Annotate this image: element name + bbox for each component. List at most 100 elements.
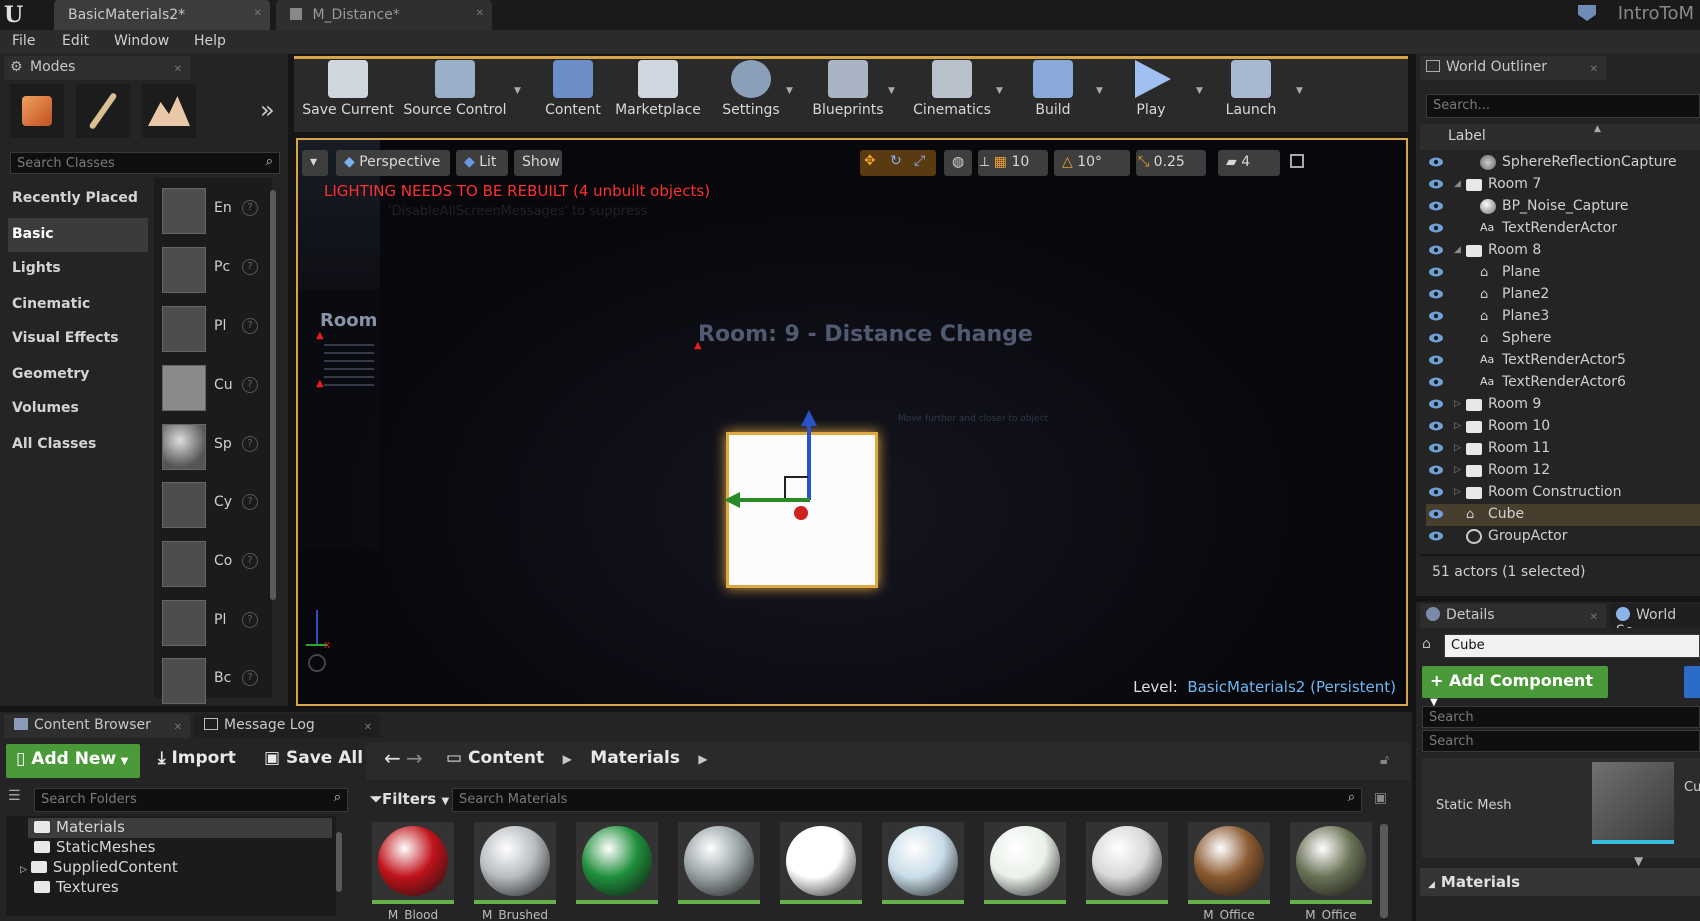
help-icon[interactable]: ? bbox=[242, 200, 258, 216]
filters-button[interactable]: ⏷Filters ▼ bbox=[370, 790, 449, 808]
visibility-eye-icon[interactable] bbox=[1428, 530, 1444, 542]
category-basic[interactable]: Basic bbox=[8, 218, 148, 252]
menu-edit[interactable]: Edit bbox=[62, 33, 89, 49]
outliner-row[interactable]: ◢ Room 7 bbox=[1426, 174, 1700, 196]
source-control-button[interactable]: Source Control bbox=[400, 58, 510, 124]
world-outliner-tab[interactable]: World Outliner ✕ bbox=[1420, 56, 1606, 80]
build-dropdown-icon[interactable]: ▼ bbox=[1096, 86, 1103, 96]
visibility-eye-icon[interactable] bbox=[1428, 464, 1444, 476]
menu-window[interactable]: Window bbox=[114, 33, 169, 49]
folder-suppliedcontent[interactable]: ▷ SuppliedContent bbox=[20, 858, 178, 878]
outliner-row[interactable]: ⌂ Plane3 bbox=[1426, 306, 1700, 328]
visibility-eye-icon[interactable] bbox=[1428, 288, 1444, 300]
outliner-search-input[interactable]: Search... bbox=[1426, 94, 1700, 118]
category-geometry[interactable]: Geometry bbox=[8, 358, 148, 392]
tab-m-distance[interactable]: M_Distance* ✕ bbox=[276, 0, 492, 30]
menu-file[interactable]: File bbox=[12, 33, 35, 49]
paint-mode-icon[interactable] bbox=[76, 84, 130, 138]
visibility-eye-icon[interactable] bbox=[1428, 200, 1444, 212]
collapse-icon[interactable]: ◢ bbox=[1454, 245, 1461, 255]
add-new-button[interactable]: ▯ Add New ▼ bbox=[6, 744, 140, 778]
close-icon[interactable]: ✕ bbox=[254, 8, 262, 19]
breadcrumb-separator-icon[interactable]: ▶ bbox=[698, 752, 707, 766]
outliner-row[interactable]: Aa TextRenderActor6 bbox=[1426, 372, 1700, 394]
save-all-button[interactable]: ▣ Save All bbox=[264, 748, 363, 768]
source-control-dropdown-icon[interactable]: ▼ bbox=[514, 86, 521, 96]
visibility-eye-icon[interactable] bbox=[1428, 354, 1444, 366]
tab-basicmaterials2[interactable]: BasicMaterials2* ✕ bbox=[54, 0, 270, 30]
sources-toggle-icon[interactable]: ☰ bbox=[8, 788, 26, 808]
outliner-row[interactable]: ▷ Room 10 bbox=[1426, 416, 1700, 438]
close-icon[interactable]: ✕ bbox=[1590, 612, 1598, 623]
maximize-icon[interactable] bbox=[1290, 154, 1304, 168]
actor-name-input[interactable]: Cube bbox=[1444, 634, 1700, 658]
launch-button[interactable]: Launch bbox=[1216, 58, 1286, 124]
visibility-eye-icon[interactable] bbox=[1428, 222, 1444, 234]
world-settings-tab[interactable]: World Se bbox=[1610, 604, 1700, 628]
outliner-row[interactable]: ⌂ Plane2 bbox=[1426, 284, 1700, 306]
breadcrumb-separator-icon[interactable]: ▶ bbox=[563, 752, 572, 766]
material-asset-tile[interactable] bbox=[984, 822, 1066, 904]
search-classes-input[interactable]: Search Classes ⌕ bbox=[10, 152, 280, 174]
gizmo-x-handle[interactable] bbox=[794, 506, 808, 520]
settings-dropdown-icon[interactable]: ▼ bbox=[786, 86, 793, 96]
gizmo-plane-handle[interactable] bbox=[784, 476, 808, 498]
expand-icon[interactable]: ▷ bbox=[1454, 443, 1461, 453]
outliner-row[interactable]: ▷ Room Construction bbox=[1426, 482, 1700, 504]
visibility-eye-icon[interactable] bbox=[1428, 508, 1444, 520]
play-dropdown-icon[interactable]: ▼ bbox=[1196, 86, 1203, 96]
static-mesh-thumbnail[interactable] bbox=[1592, 762, 1674, 844]
category-recently-placed[interactable]: Recently Placed bbox=[8, 182, 148, 216]
materials-section-header[interactable]: ◢ Materials bbox=[1420, 868, 1700, 896]
material-asset-tile[interactable] bbox=[1290, 822, 1372, 904]
viewport-options-button[interactable]: ▾ bbox=[302, 150, 328, 176]
material-asset-tile[interactable] bbox=[780, 822, 862, 904]
forward-arrow-icon[interactable]: → bbox=[406, 746, 423, 770]
place-item-sphere[interactable]: Sp? bbox=[160, 422, 270, 472]
search-materials-input[interactable]: Search Materials ⌕ bbox=[452, 788, 1362, 812]
marketplace-button[interactable]: Marketplace bbox=[612, 58, 704, 124]
folder-materials[interactable]: Materials bbox=[34, 818, 125, 838]
breadcrumb-materials[interactable]: Materials bbox=[590, 748, 680, 768]
outliner-row[interactable]: Aa TextRenderActor bbox=[1426, 218, 1700, 240]
cinematics-dropdown-icon[interactable]: ▼ bbox=[996, 86, 1003, 96]
outliner-row[interactable]: ⌂ Cube bbox=[1426, 504, 1700, 526]
gizmo-y-arrow[interactable] bbox=[724, 492, 740, 508]
import-button[interactable]: ⤓ Import bbox=[158, 748, 236, 768]
content-button[interactable]: Content bbox=[538, 58, 608, 124]
outliner-row[interactable]: BP_Noise_Capture bbox=[1426, 196, 1700, 218]
grid-snap[interactable]: ⟂ ▦ 10 bbox=[978, 150, 1048, 176]
message-log-tab[interactable]: Message Log ✕ bbox=[194, 714, 380, 738]
visibility-eye-icon[interactable] bbox=[1428, 244, 1444, 256]
material-asset-tile[interactable] bbox=[1188, 822, 1270, 904]
perspective-button[interactable]: ◆ Perspective bbox=[336, 150, 450, 176]
category-cinematic[interactable]: Cinematic bbox=[8, 288, 148, 322]
place-item-empty-actor[interactable]: En? bbox=[160, 186, 270, 236]
outliner-row[interactable]: Aa TextRenderActor5 bbox=[1426, 350, 1700, 372]
help-icon[interactable]: ? bbox=[242, 436, 258, 452]
show-button[interactable]: Show bbox=[514, 150, 562, 176]
outliner-row[interactable]: ⌂ Sphere bbox=[1426, 328, 1700, 350]
label-column-header[interactable]: Label ▲ bbox=[1420, 124, 1700, 150]
category-lights[interactable]: Lights bbox=[8, 252, 148, 286]
outliner-row[interactable]: ▷ Room 11 bbox=[1426, 438, 1700, 460]
place-item-player-start[interactable]: Pl? bbox=[160, 304, 270, 354]
settings-button[interactable]: Settings bbox=[716, 58, 786, 124]
blueprints-button[interactable]: Blueprints bbox=[806, 58, 890, 124]
category-all-classes[interactable]: All Classes bbox=[8, 428, 148, 462]
breadcrumb-content[interactable]: Content bbox=[468, 748, 544, 768]
asset-scrollbar[interactable] bbox=[1380, 824, 1388, 918]
place-item-cube[interactable]: Cu? bbox=[160, 363, 270, 413]
blueprint-add-button[interactable] bbox=[1684, 666, 1700, 698]
expand-icon[interactable]: ▷ bbox=[1454, 399, 1461, 409]
move-icon[interactable]: ✥ bbox=[864, 153, 876, 169]
save-search-icon[interactable]: ▣ bbox=[1374, 790, 1387, 806]
outliner-row[interactable]: ◢ Room 8 bbox=[1426, 240, 1700, 262]
cinematics-button[interactable]: Cinematics bbox=[910, 58, 994, 124]
folder-staticmeshes[interactable]: StaticMeshes bbox=[34, 838, 155, 858]
world-local-icon[interactable]: ◍ bbox=[944, 150, 972, 176]
build-button[interactable]: Build bbox=[1018, 58, 1088, 124]
expand-icon[interactable]: ▷ bbox=[1454, 421, 1461, 431]
place-item-plane[interactable]: Pl? bbox=[160, 598, 270, 648]
category-visual-effects[interactable]: Visual Effects bbox=[8, 322, 148, 356]
